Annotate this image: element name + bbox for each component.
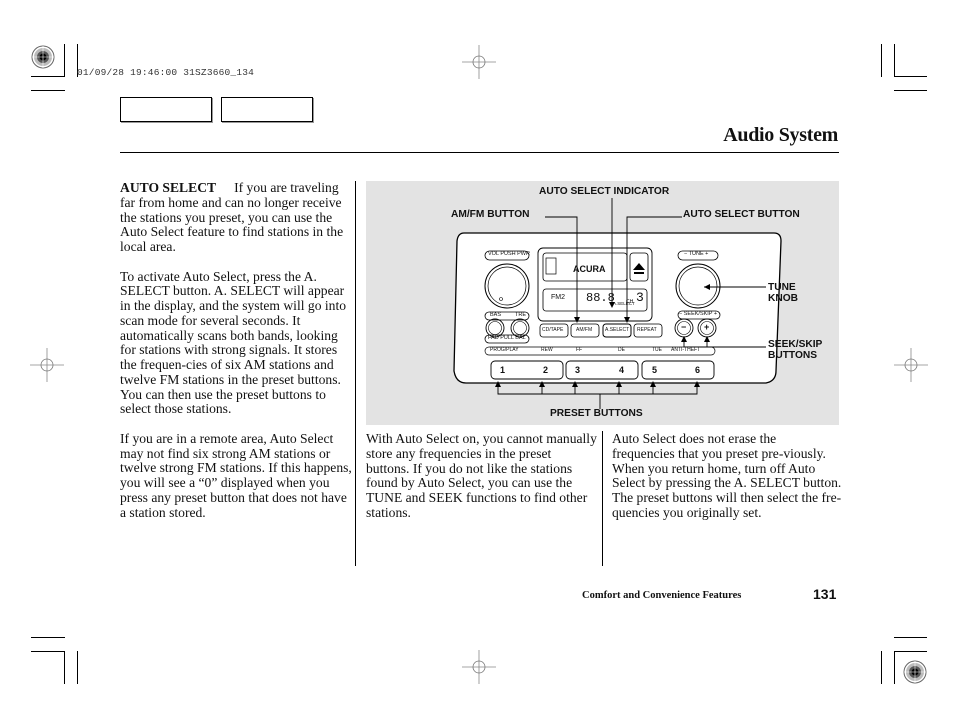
crop-mark	[31, 76, 65, 77]
cd-tape-label: CD/TAPE	[542, 327, 564, 333]
section-tab-box	[120, 97, 212, 122]
preset-6: 6	[695, 365, 701, 375]
display-band: FM2	[551, 294, 565, 301]
paragraph: Auto Select does not erase the frequenci…	[612, 431, 842, 520]
registration-target-icon	[31, 45, 55, 69]
paragraph: AUTO SELECT If you are traveling far from…	[120, 180, 344, 254]
strip-de: DE	[618, 347, 625, 353]
crop-mark	[894, 90, 927, 91]
footer-section-name: Comfort and Convenience Features	[582, 590, 742, 601]
repeat-label: REPEAT	[637, 327, 657, 333]
paragraph: If you are in a remote area, Auto Select…	[120, 430, 352, 520]
callout-am-fm-button: AM/FM BUTTON	[451, 209, 530, 220]
fader-label: FAD PULL BAL	[488, 335, 526, 341]
crop-mark	[881, 44, 882, 77]
page-title: Audio System	[723, 124, 838, 146]
crop-mark	[31, 637, 65, 638]
display-ch-number: 3	[636, 290, 644, 305]
preset-2: 2	[543, 365, 549, 375]
auto-select-label: A.SELECT	[605, 327, 630, 333]
crop-mark	[894, 637, 927, 638]
right-column: Auto Select does not erase the frequenci…	[612, 431, 842, 535]
crosshair-mark-icon	[462, 650, 496, 684]
preset-1: 1	[500, 365, 506, 375]
crosshair-mark-icon	[30, 348, 64, 382]
paragraph: To activate Auto Select, press the A. SE…	[120, 268, 347, 417]
crosshair-mark-icon	[894, 348, 928, 382]
preset-4: 4	[619, 365, 625, 375]
print-stamp: 01/09/28 19:46:00 31SZ3660_134	[77, 67, 255, 78]
radio-diagram: ACURA VOL PUSH PWR BAS TRE FAD PULL BAL …	[366, 181, 839, 425]
callout-auto-select-indicator: AUTO SELECT INDICATOR	[539, 186, 670, 197]
column-divider	[602, 431, 603, 566]
vol-label: VOL PUSH PWR	[488, 251, 530, 257]
bass-label: BAS	[490, 312, 502, 318]
callout-auto-select-button: AUTO SELECT BUTTON	[683, 209, 800, 220]
strip-prog-play: PROG/PLAY	[490, 347, 519, 353]
am-fm-label: AM/FM	[576, 327, 593, 333]
strip-ff: FF	[576, 347, 583, 353]
treble-label: TRE	[515, 312, 526, 318]
strip-rew: REW	[541, 347, 553, 353]
registration-target-icon	[903, 660, 927, 684]
crosshair-mark-icon	[462, 45, 496, 79]
seek-plus-label: +	[704, 322, 710, 332]
section-tab-box	[221, 97, 313, 122]
crop-mark	[64, 651, 65, 684]
section-heading: AUTO SELECT	[120, 180, 217, 195]
paragraph: With Auto Select on, you cannot manually…	[366, 431, 597, 520]
middle-column: With Auto Select on, you cannot manually…	[366, 431, 598, 535]
seek-minus-label: −	[681, 322, 687, 332]
callout-preset-buttons: PRESET BUTTONS	[550, 408, 643, 419]
column-divider	[355, 181, 356, 566]
callout-tune-knob: TUNE KNOB	[768, 282, 798, 304]
registration-mark-bottom-right	[903, 660, 927, 684]
crop-mark	[77, 651, 78, 684]
crop-mark	[64, 44, 65, 77]
page-number: 131	[813, 586, 837, 602]
strip-anti-theft: ANTI-THEFT	[671, 347, 701, 353]
tune-label: − TUNE +	[684, 251, 709, 257]
registration-mark-top-left	[31, 45, 55, 69]
callout-seek-skip-buttons: SEEK/SKIP BUTTONS	[768, 339, 823, 361]
left-column: AUTO SELECT If you are traveling far from…	[120, 180, 352, 535]
crop-mark	[894, 651, 927, 652]
crop-mark	[881, 651, 882, 684]
strip-tue: TUE	[652, 347, 662, 353]
crop-mark	[894, 651, 895, 684]
crop-mark	[31, 90, 65, 91]
seek-label: − SEEK/SKIP +	[679, 311, 718, 317]
preset-3: 3	[575, 365, 581, 375]
crop-mark	[894, 76, 927, 77]
header-rule	[120, 152, 839, 153]
crop-mark	[894, 44, 895, 77]
brand-label: ACURA	[573, 264, 606, 274]
crop-mark	[31, 651, 65, 652]
preset-5: 5	[652, 365, 658, 375]
display-ch: CH	[626, 299, 634, 305]
display-frequency: 88.8	[586, 291, 615, 305]
